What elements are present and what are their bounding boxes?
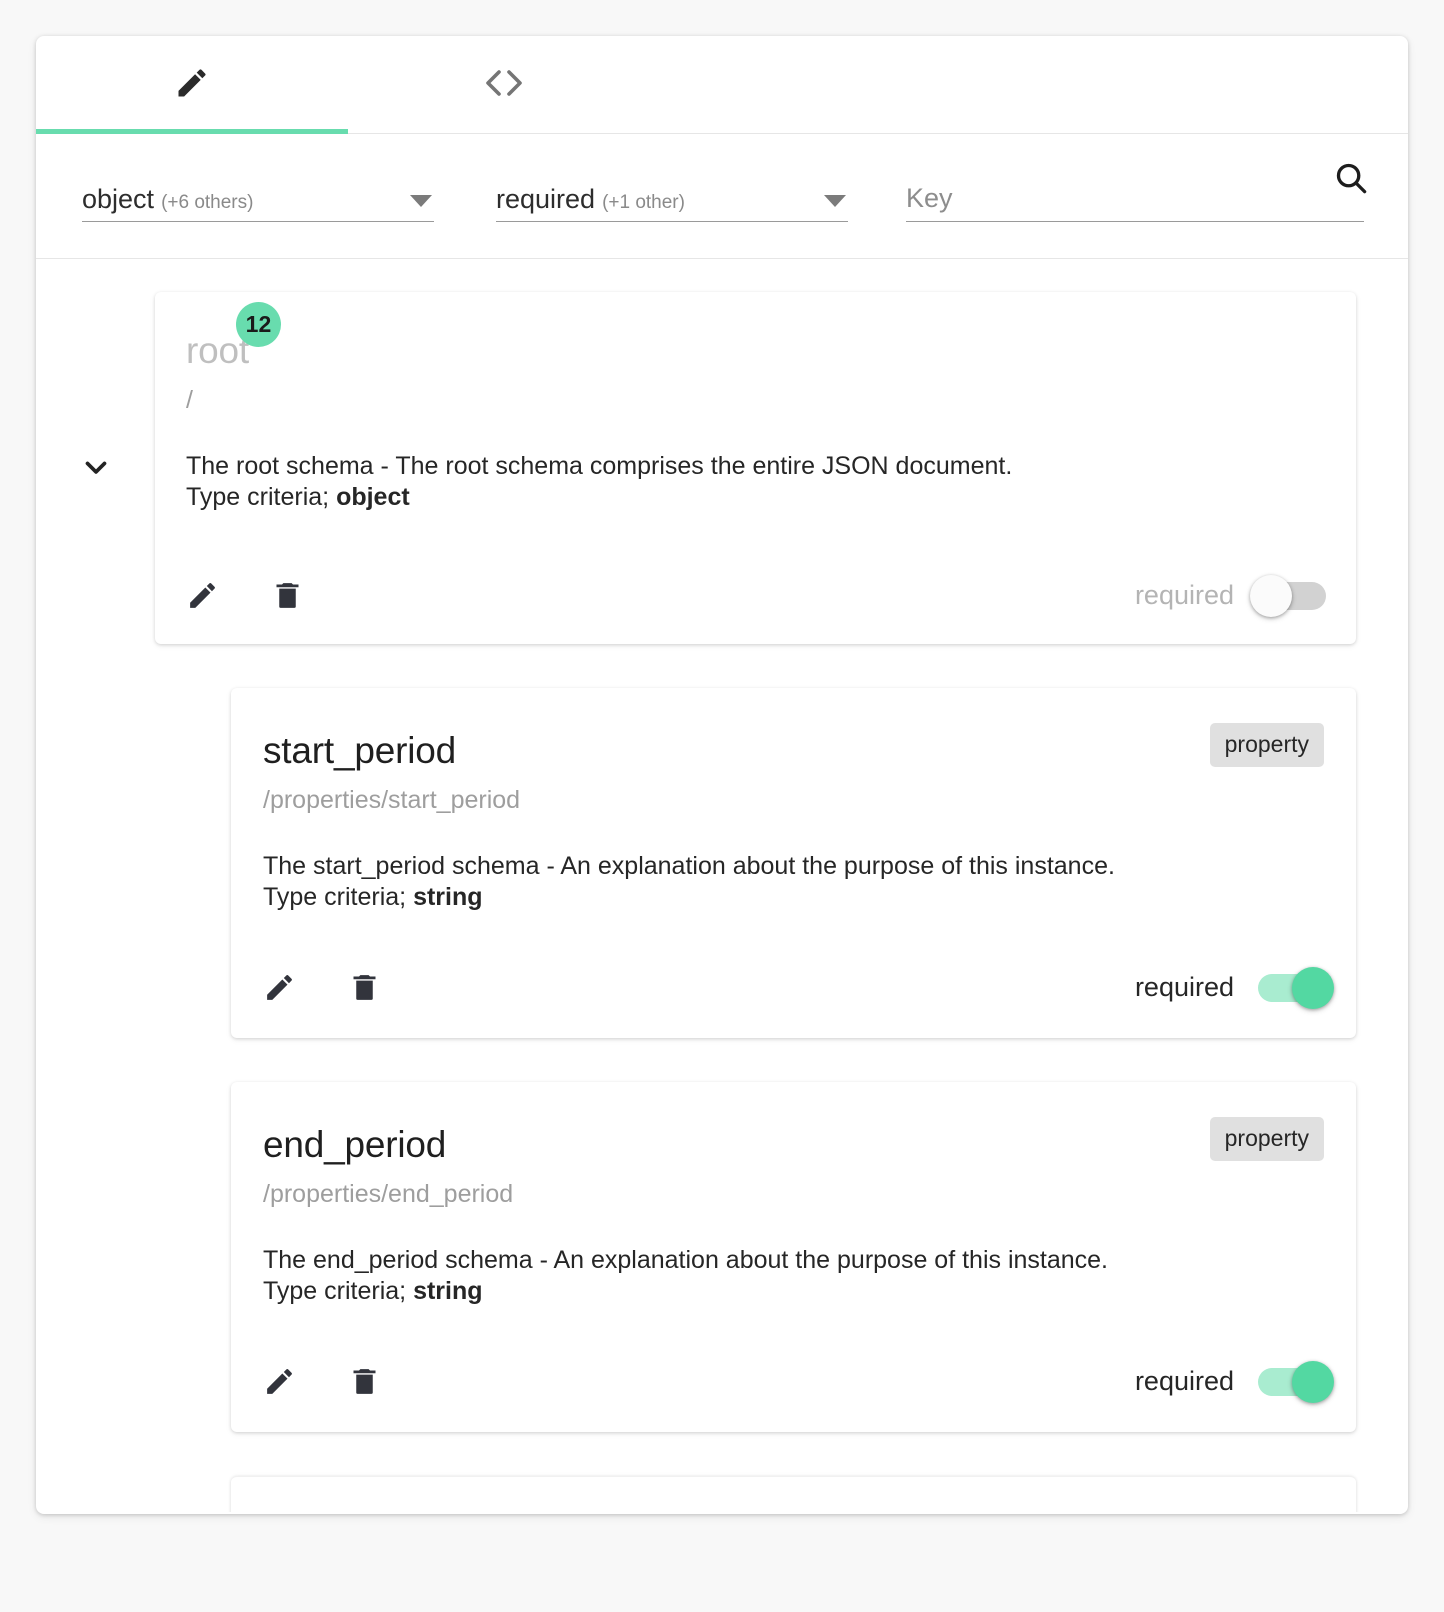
node-type-criteria-label: Type criteria; [186, 483, 337, 512]
node-description-line1: The start_period schema - An explanation… [263, 851, 1115, 880]
pencil-icon [263, 1369, 296, 1401]
pencil-icon [186, 583, 219, 615]
state-filter-extra: (+1 other) [602, 192, 685, 213]
node-title: end_period [263, 1124, 447, 1165]
trash-icon [348, 975, 381, 1007]
node-path: / [186, 386, 193, 414]
edit-node-button[interactable] [263, 1365, 296, 1398]
search-icon [1332, 163, 1370, 200]
node-title-wrap: root 12 [186, 302, 281, 369]
child-count-badge: 12 [235, 302, 281, 347]
node-type-criteria-label: Type criteria; [263, 883, 414, 912]
search-input[interactable] [906, 184, 1364, 214]
search-field [906, 163, 1367, 222]
node-description-line1: The end_period schema - An explanation a… [263, 1245, 1109, 1274]
node-description: The root schema - The root schema compri… [186, 451, 1326, 515]
type-filter-value: object [82, 184, 155, 214]
root-expander-button[interactable] [36, 292, 155, 644]
node-title-wrap: end_period [263, 1126, 446, 1163]
tab-editor[interactable] [36, 36, 348, 134]
required-toggle[interactable] [1258, 966, 1334, 1009]
node-card-footer: required [263, 966, 1334, 1009]
node-type-criteria-value: string [413, 883, 483, 912]
schema-editor-panel: object (+6 others) required (+1 other) K… [36, 36, 1408, 1514]
required-toggle[interactable] [1250, 574, 1326, 617]
node-title-wrap: start_period [263, 732, 456, 769]
required-label: required [1134, 1366, 1234, 1396]
schema-node-root: root 12 / The root schema - The root sch… [36, 292, 1408, 644]
node-kind-chip: property [1209, 1117, 1324, 1161]
node-description: The start_period schema - An explanation… [263, 851, 1326, 915]
type-filter-select[interactable]: object (+6 others) [82, 170, 434, 222]
chevron-down-icon [824, 195, 846, 207]
delete-node-button[interactable] [348, 971, 381, 1004]
delete-node-button[interactable] [271, 579, 304, 612]
code-brackets-icon [480, 66, 528, 103]
trash-icon [271, 583, 304, 615]
node-kind-chip: property [1209, 723, 1324, 767]
required-toggle-group: required [1134, 966, 1334, 1009]
node-type-criteria-value: object [336, 483, 410, 512]
active-tab-indicator [36, 128, 348, 134]
filter-toolbar: object (+6 others) required (+1 other) [36, 134, 1408, 259]
state-filter-value: required [496, 184, 596, 214]
required-label: required [1134, 580, 1234, 610]
toggle-knob [1292, 1360, 1334, 1403]
schema-node-end-period[interactable]: end_period property /properties/end_peri… [231, 1082, 1356, 1432]
edit-node-button[interactable] [186, 579, 219, 612]
node-card-footer: required [263, 1360, 1334, 1403]
trash-icon [348, 1369, 381, 1401]
required-toggle-group: required [1134, 1360, 1334, 1403]
node-type-criteria-label: Type criteria; [263, 1277, 414, 1306]
required-toggle[interactable] [1258, 1360, 1334, 1403]
pencil-icon [263, 975, 296, 1007]
node-card[interactable]: root 12 / The root schema - The root sch… [155, 292, 1356, 644]
search-button[interactable] [1332, 159, 1370, 197]
toggle-knob [1250, 574, 1292, 617]
pencil-icon [174, 65, 210, 104]
chevron-down-icon [410, 195, 432, 207]
schema-node-list: root 12 / The root schema - The root sch… [36, 259, 1408, 1512]
node-description-line1: The root schema - The root schema compri… [186, 451, 1013, 480]
toggle-knob [1292, 966, 1334, 1009]
schema-node-start-period[interactable]: start_period property /properties/start_… [231, 688, 1356, 1038]
required-label: required [1134, 972, 1234, 1002]
edit-node-button[interactable] [263, 971, 296, 1004]
required-toggle-group: required [1134, 574, 1326, 617]
delete-node-button[interactable] [348, 1365, 381, 1398]
chevron-down-icon [79, 450, 113, 487]
node-title: start_period [263, 730, 456, 771]
node-path: /properties/start_period [263, 786, 521, 814]
type-filter-extra: (+6 others) [161, 192, 254, 213]
schema-node-next-partial[interactable] [231, 1476, 1356, 1512]
node-card-footer: required [186, 574, 1326, 617]
node-description: The end_period schema - An explanation a… [263, 1245, 1326, 1309]
node-path: /properties/end_period [263, 1180, 514, 1208]
state-filter-select[interactable]: required (+1 other) [496, 170, 848, 222]
node-type-criteria-value: string [413, 1277, 483, 1306]
tab-bar [36, 36, 1408, 134]
tab-code[interactable] [348, 36, 660, 134]
